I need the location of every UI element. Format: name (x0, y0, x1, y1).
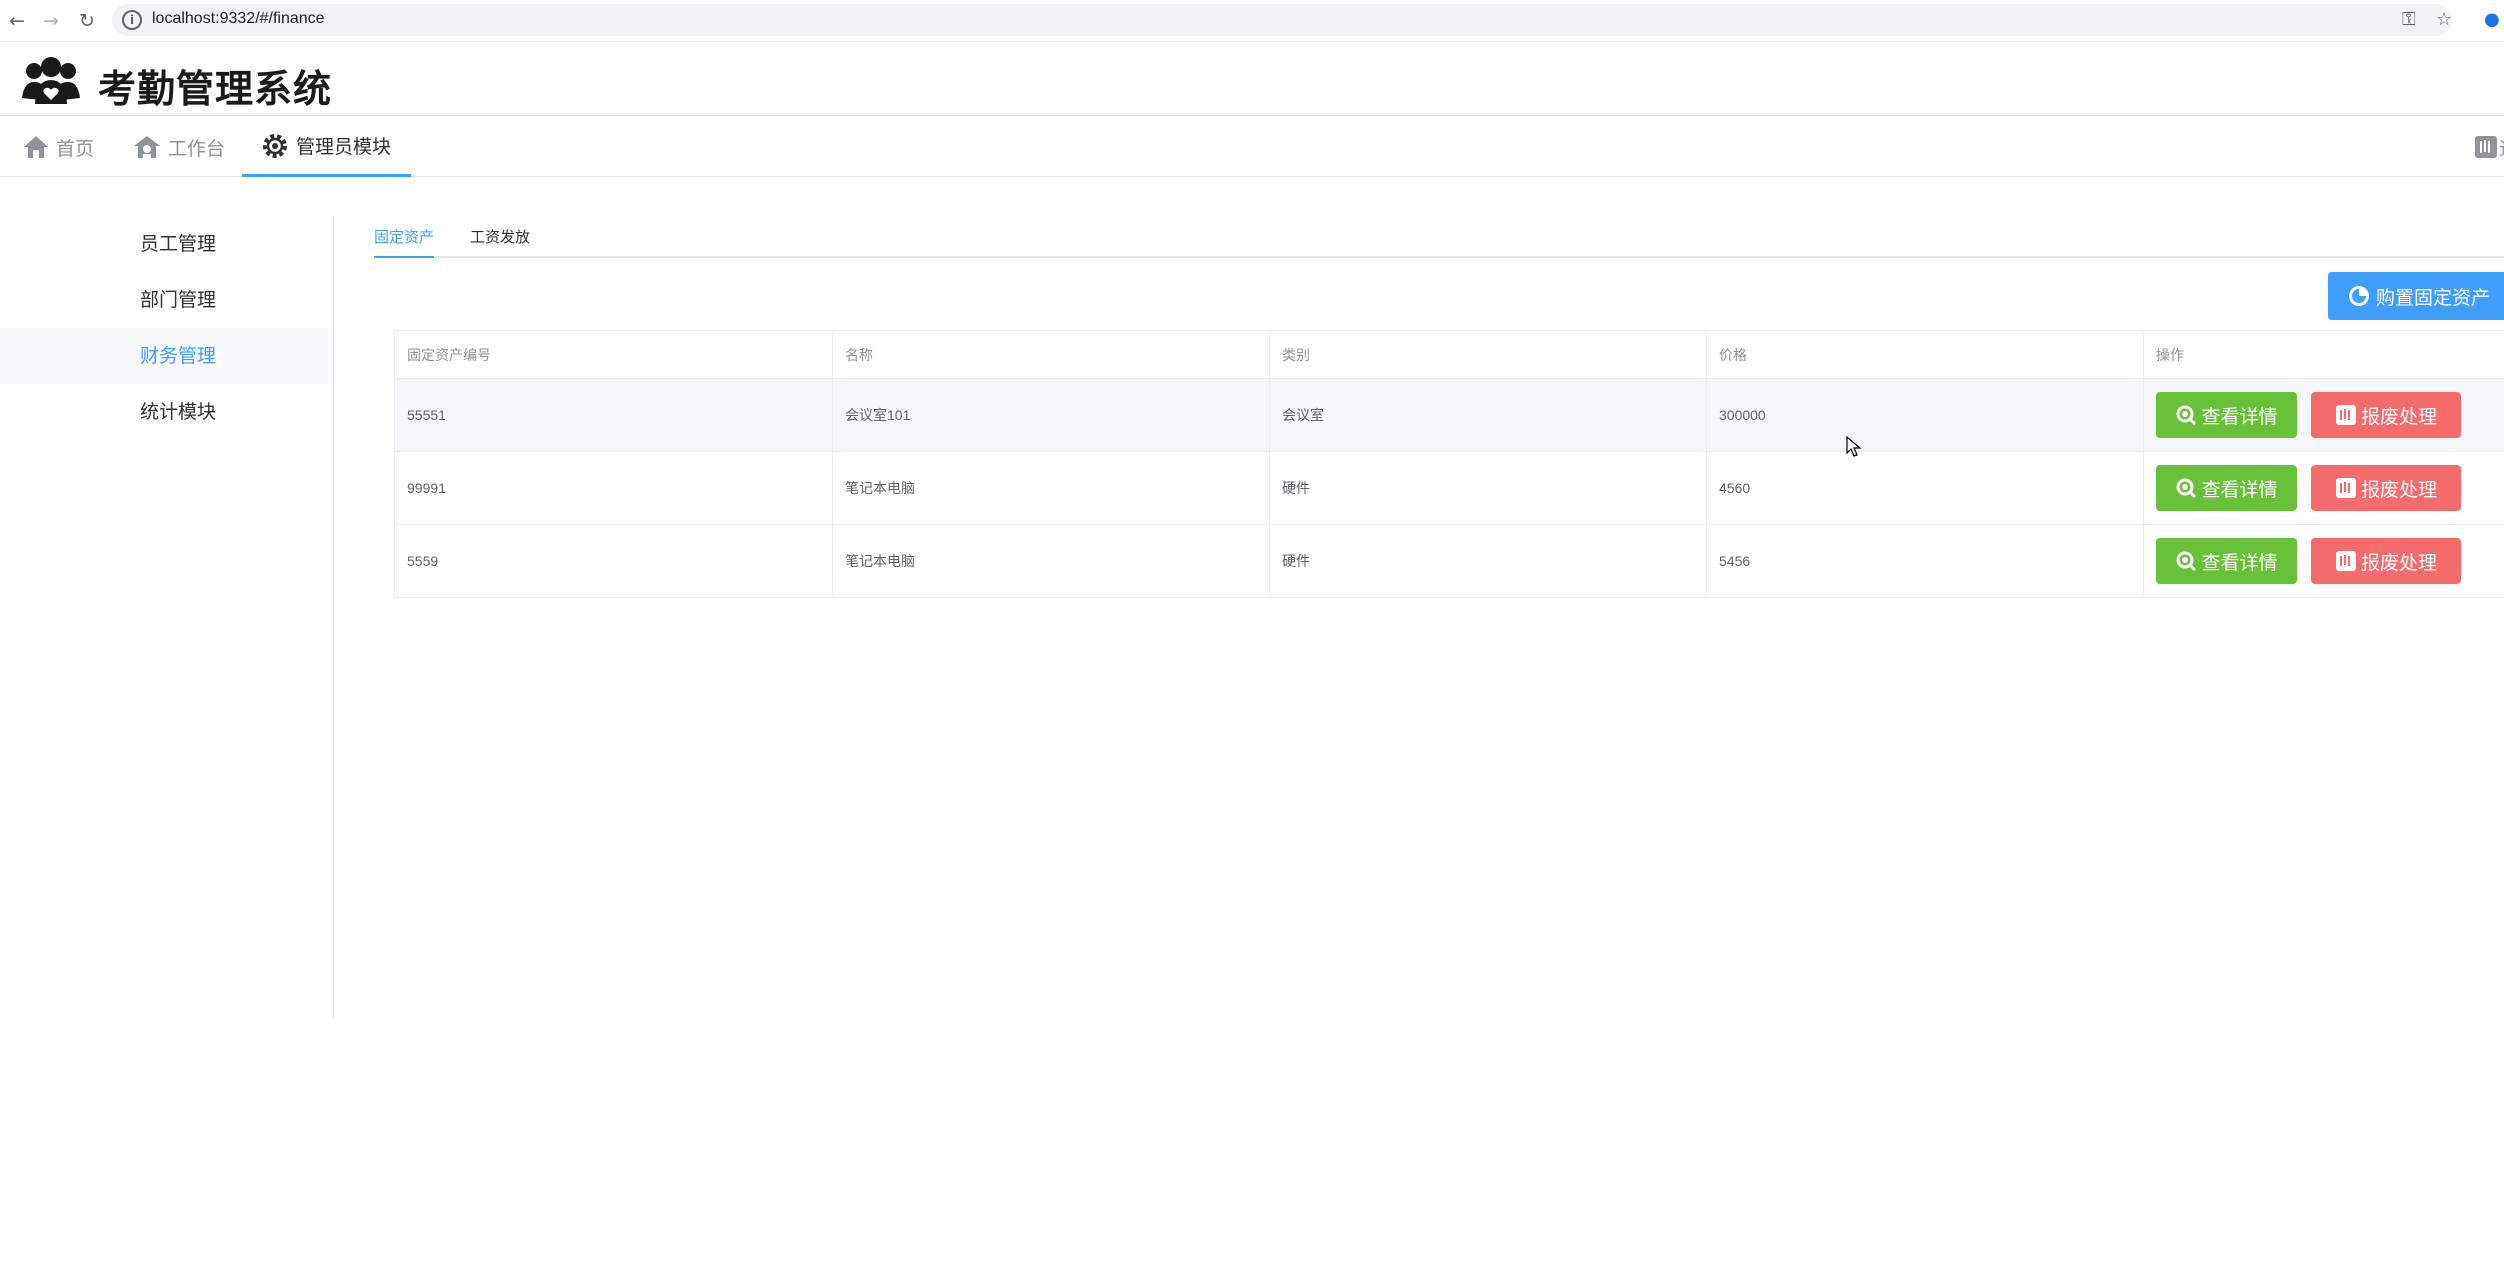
magnifier-icon (2176, 551, 2197, 572)
forward-icon[interactable]: → (38, 8, 64, 34)
menu-item-home[interactable]: 首页 (22, 117, 94, 177)
asset-category: 硬件 (1270, 452, 1707, 524)
view-detail-label: 查看详情 (2201, 551, 2278, 574)
menu-item-label: 管理员模块 (296, 136, 392, 158)
logout-icon (2474, 136, 2497, 158)
column-header-actions: 操作 (2156, 346, 2184, 363)
scrap-button[interactable]: 报废处理 (2311, 538, 2461, 584)
key-icon[interactable]: ⚿ (2402, 8, 2416, 32)
row-actions: 查看详情 报废处理 (2144, 525, 2504, 597)
url-text[interactable]: localhost:9332/#/finance (152, 10, 325, 28)
asset-name: 会议室101 (833, 379, 1270, 451)
assets-table: 固定资产编号 名称 类别 价格 操作 55551 会议室101 会议室 3000… (394, 330, 2504, 598)
view-detail-label: 查看详情 (2201, 478, 2278, 501)
asset-price: 300000 (1707, 379, 2144, 451)
scrap-icon (2335, 405, 2356, 425)
table-row: 5559 笔记本电脑 硬件 5456 查看详情 报废处理 (394, 525, 2504, 598)
asset-id: 5559 (394, 525, 833, 597)
scrap-label: 报废处理 (2360, 478, 2437, 501)
menu-item-admin[interactable]: 管理员模块 (242, 117, 412, 177)
tab-fixed-assets[interactable]: 固定资产 (374, 226, 435, 258)
logout-button[interactable]: 退 (2473, 117, 2504, 177)
sidebar-item-department[interactable]: 部门管理 (0, 272, 333, 328)
asset-price: 5456 (1707, 525, 2144, 597)
row-actions: 查看详情 报废处理 (2144, 452, 2504, 524)
column-header-id: 固定资产编号 (394, 331, 833, 378)
scrap-label: 报废处理 (2360, 551, 2437, 574)
scrap-icon (2335, 551, 2356, 571)
profile-icon[interactable]: ● (2484, 8, 2500, 32)
asset-name: 笔记本电脑 (833, 525, 1270, 597)
asset-category: 会议室 (1270, 379, 1707, 451)
gear-icon (263, 133, 287, 158)
table-row: 99991 笔记本电脑 硬件 4560 查看详情 报废处理 (394, 452, 2504, 525)
asset-category: 硬件 (1270, 525, 1707, 597)
mouse-cursor-icon (1846, 436, 1862, 457)
magnifier-icon (2176, 405, 2197, 426)
purchase-button-label: 购置固定资产 (2376, 286, 2491, 309)
scrap-label: 报废处理 (2360, 405, 2437, 428)
users-logo-icon (22, 57, 80, 104)
asset-price: 4560 (1707, 452, 2144, 524)
asset-id: 55551 (394, 379, 833, 451)
purchase-asset-button[interactable]: 购置固定资产 (2328, 272, 2504, 320)
scrap-button[interactable]: 报废处理 (2311, 392, 2461, 438)
view-detail-button[interactable]: 查看详情 (2156, 538, 2297, 584)
address-bar[interactable]: i localhost:9332/#/finance (112, 4, 2452, 36)
sidebar-item-statistics[interactable]: 统计模块 (0, 384, 333, 440)
column-header-category: 类别 (1270, 331, 1707, 378)
row-actions: 查看详情 报废处理 (2144, 379, 2504, 451)
app-title: 考勤管理系统 (98, 67, 333, 111)
tab-salary[interactable]: 工资发放 (470, 226, 530, 258)
side-menu: 员工管理 部门管理 财务管理 统计模块 (0, 216, 334, 1018)
workbench-icon (134, 136, 160, 158)
table-row: 55551 会议室101 会议室 300000 查看详情 报废处理 (394, 379, 2504, 452)
menu-item-workbench[interactable]: 工作台 (132, 117, 225, 177)
view-detail-button[interactable]: 查看详情 (2156, 392, 2297, 438)
table-header-row: 固定资产编号 名称 类别 价格 操作 (394, 331, 2504, 379)
scrap-button[interactable]: 报废处理 (2311, 465, 2461, 511)
magnifier-icon (2176, 478, 2197, 499)
app-header: 考勤管理系统 (0, 42, 2504, 116)
top-menu: 首页 工作台 管理员模块 退 (0, 117, 2504, 177)
view-detail-label: 查看详情 (2201, 405, 2278, 428)
view-detail-button[interactable]: 查看详情 (2156, 465, 2297, 511)
purchase-icon (2349, 286, 2369, 306)
asset-id: 99991 (394, 452, 833, 524)
asset-name: 笔记本电脑 (833, 452, 1270, 524)
menu-item-label: 工作台 (168, 137, 226, 160)
back-icon[interactable]: ← (4, 8, 30, 34)
star-icon[interactable]: ☆ (2436, 8, 2452, 32)
reload-icon[interactable]: ↻ (74, 8, 100, 34)
site-info-icon[interactable]: i (122, 10, 142, 30)
sidebar-item-finance[interactable]: 财务管理 (0, 328, 333, 384)
home-icon (24, 136, 48, 158)
menu-item-label: 首页 (56, 137, 95, 160)
scrap-icon (2335, 478, 2356, 498)
column-header-name: 名称 (833, 331, 1270, 378)
finance-tabs: 固定资产 工资发放 (374, 218, 2504, 258)
column-header-price: 价格 (1707, 331, 2144, 378)
browser-toolbar: ← → ↻ i localhost:9332/#/finance ⚿ ☆ ● (0, 0, 2504, 42)
sidebar-item-employee[interactable]: 员工管理 (0, 216, 333, 272)
logout-label: 退 (2499, 134, 2504, 161)
